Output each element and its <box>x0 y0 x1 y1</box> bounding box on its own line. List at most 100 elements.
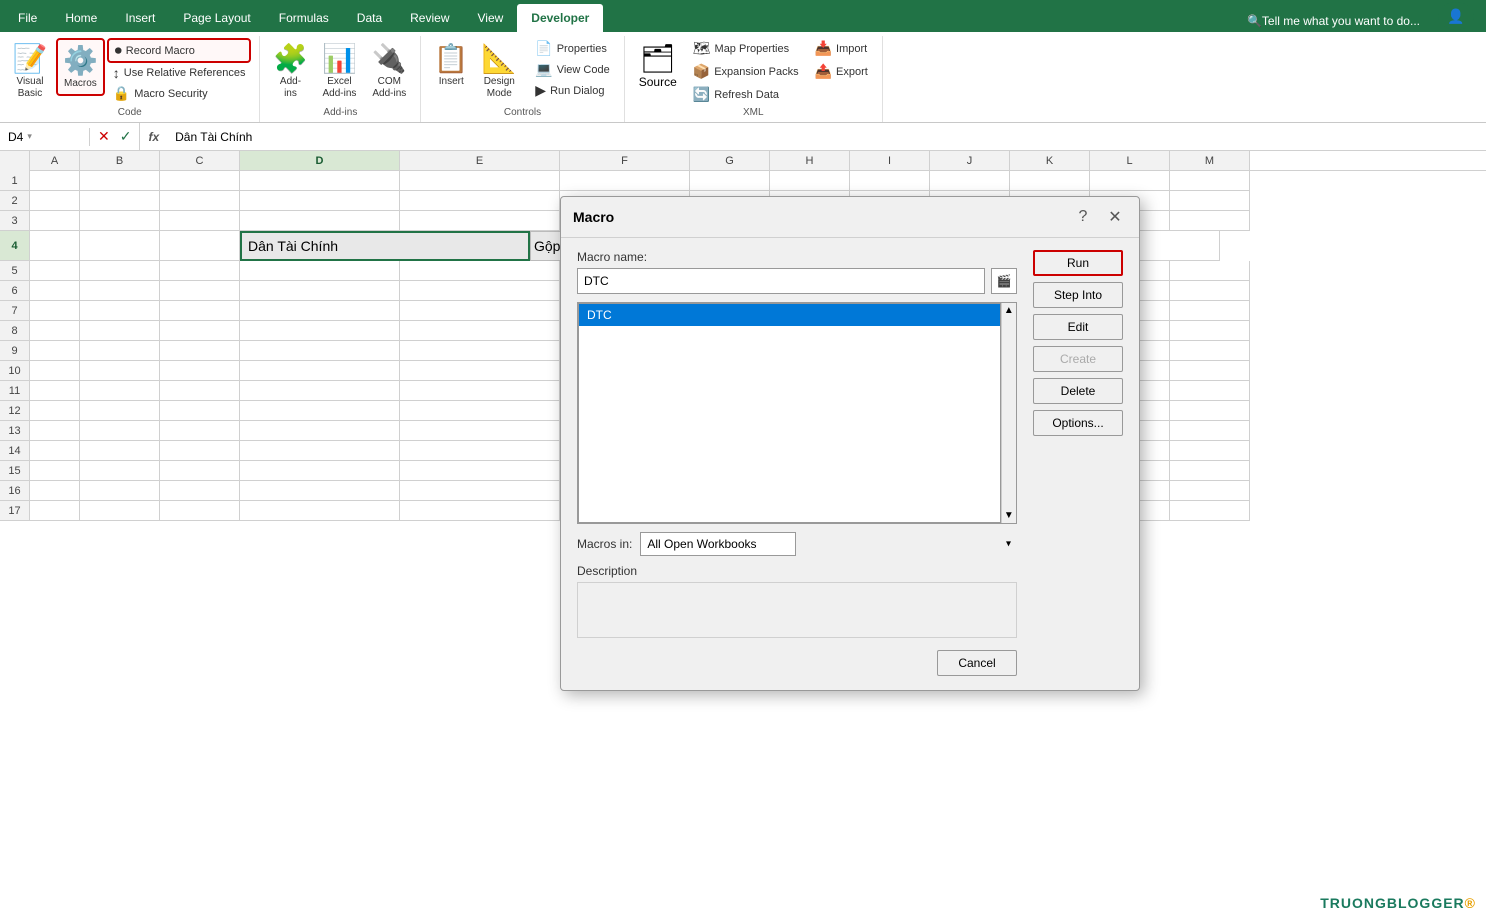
col-header-i[interactable]: I <box>850 151 930 170</box>
tab-formulas[interactable]: Formulas <box>265 4 343 32</box>
cell-e11[interactable] <box>400 381 560 401</box>
cell-m6[interactable] <box>1170 281 1250 301</box>
dialog-close-button[interactable]: ✕ <box>1103 205 1127 229</box>
cell-d17[interactable] <box>240 501 400 521</box>
row-header-6[interactable]: 6 <box>0 281 30 301</box>
row-header-16[interactable]: 16 <box>0 481 30 501</box>
row-header-1[interactable]: 1 <box>0 171 30 191</box>
cell-a2[interactable] <box>30 191 80 211</box>
cell-b10[interactable] <box>80 361 160 381</box>
cell-e9[interactable] <box>400 341 560 361</box>
run-dialog-button[interactable]: ▶ Run Dialog <box>529 80 615 101</box>
cell-c3[interactable] <box>160 211 240 231</box>
export-button[interactable]: 📤 Export <box>809 61 874 82</box>
cell-b5[interactable] <box>80 261 160 281</box>
cell-j1[interactable] <box>930 171 1010 191</box>
step-into-button[interactable]: Step Into <box>1033 282 1123 308</box>
cell-m7[interactable] <box>1170 301 1250 321</box>
cell-c5[interactable] <box>160 261 240 281</box>
run-button[interactable]: Run <box>1033 250 1123 276</box>
addins-button[interactable]: 🧩 Add-ins <box>268 38 312 104</box>
cell-m4[interactable] <box>1140 231 1220 261</box>
macro-name-input[interactable] <box>577 268 985 294</box>
macro-security-button[interactable]: 🔒 Macro Security <box>107 83 252 104</box>
macros-in-select[interactable]: All Open Workbooks This Workbook Persona… <box>640 532 796 556</box>
cell-c16[interactable] <box>160 481 240 501</box>
col-header-l[interactable]: L <box>1090 151 1170 170</box>
col-header-d[interactable]: D <box>240 151 400 170</box>
cell-e7[interactable] <box>400 301 560 321</box>
refresh-data-button[interactable]: 🔄 Refresh Data <box>687 84 805 105</box>
formula-input[interactable] <box>167 130 1486 144</box>
scroll-down-button[interactable]: ▼ <box>1002 508 1016 523</box>
cell-b15[interactable] <box>80 461 160 481</box>
cell-c17[interactable] <box>160 501 240 521</box>
cell-d7[interactable] <box>240 301 400 321</box>
cell-e3[interactable] <box>400 211 560 231</box>
cell-e12[interactable] <box>400 401 560 421</box>
col-header-h[interactable]: H <box>770 151 850 170</box>
tab-data[interactable]: Data <box>343 4 396 32</box>
cell-c8[interactable] <box>160 321 240 341</box>
cell-a7[interactable] <box>30 301 80 321</box>
cell-a13[interactable] <box>30 421 80 441</box>
cell-c13[interactable] <box>160 421 240 441</box>
cell-m13[interactable] <box>1170 421 1250 441</box>
cell-a11[interactable] <box>30 381 80 401</box>
tab-insert[interactable]: Insert <box>111 4 169 32</box>
cell-b9[interactable] <box>80 341 160 361</box>
cell-g1[interactable] <box>690 171 770 191</box>
cell-h1[interactable] <box>770 171 850 191</box>
col-header-k[interactable]: K <box>1010 151 1090 170</box>
macro-list-item-dtc[interactable]: DTC <box>579 304 1000 326</box>
cell-m9[interactable] <box>1170 341 1250 361</box>
cell-a9[interactable] <box>30 341 80 361</box>
cell-l1[interactable] <box>1090 171 1170 191</box>
excel-addins-button[interactable]: 📊 ExcelAdd-ins <box>316 38 362 104</box>
cell-b8[interactable] <box>80 321 160 341</box>
cell-c12[interactable] <box>160 401 240 421</box>
cell-k1[interactable] <box>1010 171 1090 191</box>
cell-b3[interactable] <box>80 211 160 231</box>
col-header-e[interactable]: E <box>400 151 560 170</box>
cell-d2[interactable] <box>240 191 400 211</box>
cell-d3[interactable] <box>240 211 400 231</box>
visual-basic-button[interactable]: 📝 VisualBasic <box>8 38 52 104</box>
cell-f1[interactable] <box>560 171 690 191</box>
tab-home[interactable]: Home <box>51 4 111 32</box>
cell-d14[interactable] <box>240 441 400 461</box>
cell-a5[interactable] <box>30 261 80 281</box>
cell-a6[interactable] <box>30 281 80 301</box>
cell-c15[interactable] <box>160 461 240 481</box>
cell-a15[interactable] <box>30 461 80 481</box>
cell-d16[interactable] <box>240 481 400 501</box>
view-code-button[interactable]: 💻 View Code <box>529 59 615 80</box>
scroll-up-button[interactable]: ▲ <box>1002 303 1016 318</box>
cell-d5[interactable] <box>240 261 400 281</box>
cell-b1[interactable] <box>80 171 160 191</box>
cell-reference-box[interactable]: D4 ▾ <box>0 128 90 146</box>
cell-d6[interactable] <box>240 281 400 301</box>
cell-a4[interactable] <box>30 231 80 261</box>
cell-m17[interactable] <box>1170 501 1250 521</box>
cell-c2[interactable] <box>160 191 240 211</box>
cell-d12[interactable] <box>240 401 400 421</box>
edit-button[interactable]: Edit <box>1033 314 1123 340</box>
tab-view[interactable]: View <box>464 4 518 32</box>
cell-b7[interactable] <box>80 301 160 321</box>
cell-d15[interactable] <box>240 461 400 481</box>
cell-d9[interactable] <box>240 341 400 361</box>
cell-e14[interactable] <box>400 441 560 461</box>
confirm-icon[interactable]: ✓ <box>118 128 134 145</box>
cell-e10[interactable] <box>400 361 560 381</box>
cell-e16[interactable] <box>400 481 560 501</box>
cell-a10[interactable] <box>30 361 80 381</box>
user-avatar[interactable]: 👤 <box>1438 2 1474 30</box>
cell-e5[interactable] <box>400 261 560 281</box>
cell-b16[interactable] <box>80 481 160 501</box>
row-header-3[interactable]: 3 <box>0 211 30 231</box>
cell-c11[interactable] <box>160 381 240 401</box>
import-button[interactable]: 📥 Import <box>809 38 874 59</box>
corner-cell[interactable] <box>0 151 30 171</box>
design-mode-button[interactable]: 📐 DesignMode <box>477 38 521 104</box>
